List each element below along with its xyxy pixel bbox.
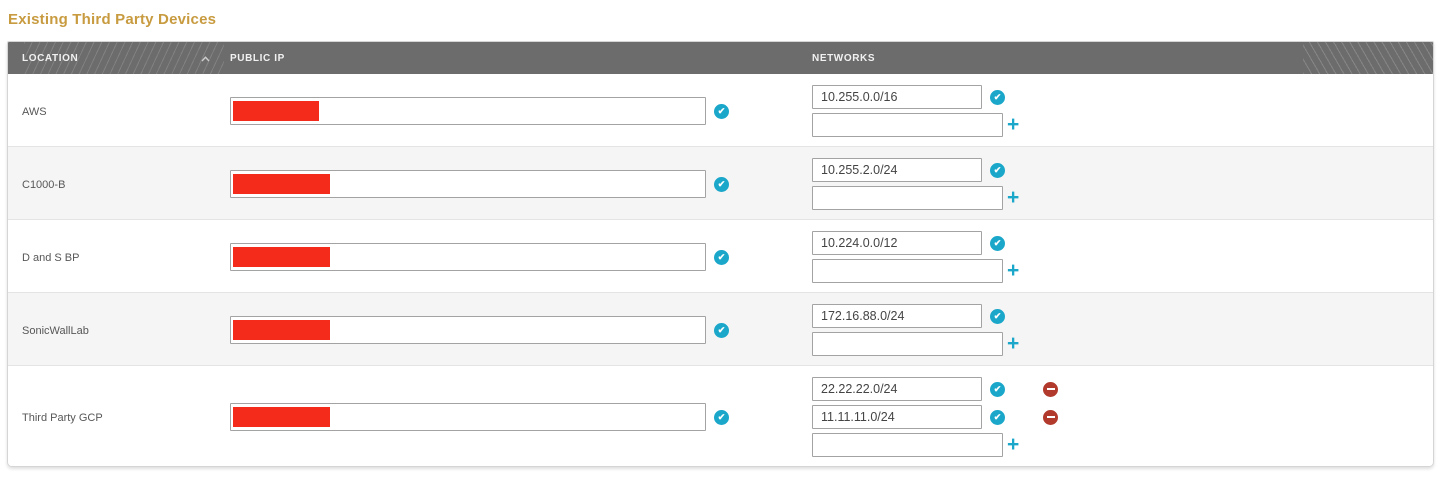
page: Existing Third Party Devices LOCATION PU… bbox=[0, 0, 1447, 477]
new-network-entry: + bbox=[812, 113, 1433, 137]
new-network-entry: + bbox=[812, 332, 1433, 356]
networks-cell: ✔ + bbox=[810, 231, 1433, 283]
public-ip-field-wrapper bbox=[230, 316, 706, 344]
new-network-input[interactable] bbox=[812, 113, 1003, 137]
public-ip-cell: ✔ bbox=[230, 170, 810, 198]
redaction-overlay bbox=[233, 407, 330, 427]
public-ip-field-wrapper bbox=[230, 403, 706, 431]
networks-cell: ✔ + bbox=[810, 85, 1433, 137]
third-party-devices-table: LOCATION PUBLIC IP NETWORKS AWS ✔ ✔ bbox=[7, 41, 1434, 467]
public-ip-cell: ✔ bbox=[230, 403, 810, 431]
public-ip-field-wrapper bbox=[230, 170, 706, 198]
add-network-button[interactable]: + bbox=[1007, 187, 1019, 208]
public-ip-field-wrapper bbox=[230, 243, 706, 271]
new-network-input[interactable] bbox=[812, 433, 1003, 457]
column-header-networks[interactable]: NETWORKS bbox=[810, 53, 1433, 64]
new-network-input[interactable] bbox=[812, 186, 1003, 210]
location-label: SonicWallLab bbox=[22, 325, 89, 337]
public-ip-cell: ✔ bbox=[230, 316, 810, 344]
networks-cell: ✔ ✔ + bbox=[810, 377, 1433, 457]
table-header: LOCATION PUBLIC IP NETWORKS bbox=[8, 42, 1433, 74]
page-title: Existing Third Party Devices bbox=[8, 11, 217, 28]
location-cell: C1000-B bbox=[8, 175, 230, 193]
minus-icon bbox=[1046, 388, 1055, 390]
table-row: AWS ✔ ✔ + bbox=[8, 74, 1433, 146]
network-entry: ✔ bbox=[812, 377, 1433, 401]
network-input[interactable] bbox=[812, 231, 982, 255]
table-row: D and S BP ✔ ✔ + bbox=[8, 219, 1433, 292]
network-entry: ✔ bbox=[812, 405, 1433, 429]
public-ip-field-wrapper bbox=[230, 97, 706, 125]
table-body: AWS ✔ ✔ + C1000-B ✔ bbox=[8, 74, 1433, 466]
location-cell: D and S BP bbox=[8, 248, 230, 266]
network-entry: ✔ bbox=[812, 85, 1433, 109]
location-label: C1000-B bbox=[22, 179, 66, 191]
networks-cell: ✔ + bbox=[810, 158, 1433, 210]
add-network-button[interactable]: + bbox=[1007, 434, 1019, 455]
public-ip-verified-check-icon: ✔ bbox=[714, 322, 729, 338]
networks-stack: ✔ + bbox=[810, 231, 1433, 283]
minus-icon bbox=[1046, 416, 1055, 418]
network-entry: ✔ bbox=[812, 304, 1433, 328]
table-row: C1000-B ✔ ✔ + bbox=[8, 146, 1433, 219]
networks-cell: ✔ + bbox=[810, 304, 1433, 356]
new-network-input[interactable] bbox=[812, 332, 1003, 356]
public-ip-verified-check-icon: ✔ bbox=[714, 249, 729, 265]
location-label: D and S BP bbox=[22, 252, 80, 264]
networks-stack: ✔ ✔ + bbox=[810, 377, 1433, 457]
column-header-networks-label: NETWORKS bbox=[812, 52, 876, 64]
location-cell: AWS bbox=[8, 102, 230, 120]
remove-network-button[interactable] bbox=[1043, 381, 1058, 397]
network-input[interactable] bbox=[812, 304, 982, 328]
column-header-location-label: LOCATION bbox=[22, 52, 79, 64]
add-network-button[interactable]: + bbox=[1007, 260, 1019, 281]
location-label: AWS bbox=[22, 106, 47, 118]
networks-stack: ✔ + bbox=[810, 304, 1433, 356]
column-header-public-ip-label: PUBLIC IP bbox=[230, 52, 285, 64]
network-verified-check-icon: ✔ bbox=[990, 162, 1005, 178]
location-cell: Third Party GCP bbox=[8, 408, 230, 426]
new-network-entry: + bbox=[812, 433, 1433, 457]
location-label: Third Party GCP bbox=[22, 412, 103, 424]
networks-stack: ✔ + bbox=[810, 85, 1433, 137]
redaction-overlay bbox=[233, 320, 330, 340]
public-ip-verified-check-icon: ✔ bbox=[714, 103, 729, 119]
new-network-entry: + bbox=[812, 186, 1433, 210]
network-verified-check-icon: ✔ bbox=[990, 89, 1005, 105]
network-verified-check-icon: ✔ bbox=[990, 308, 1005, 324]
sort-asc-icon[interactable] bbox=[201, 55, 210, 62]
add-network-button[interactable]: + bbox=[1007, 114, 1019, 135]
remove-network-button[interactable] bbox=[1043, 409, 1058, 425]
network-input[interactable] bbox=[812, 85, 982, 109]
network-entry: ✔ bbox=[812, 231, 1433, 255]
redaction-overlay bbox=[233, 101, 319, 121]
network-verified-check-icon: ✔ bbox=[990, 381, 1005, 397]
location-cell: SonicWallLab bbox=[8, 321, 230, 339]
public-ip-cell: ✔ bbox=[230, 243, 810, 271]
table-row: Third Party GCP ✔ ✔ ✔ + bbox=[8, 365, 1433, 466]
network-verified-check-icon: ✔ bbox=[990, 235, 1005, 251]
network-input[interactable] bbox=[812, 405, 982, 429]
table-row: SonicWallLab ✔ ✔ + bbox=[8, 292, 1433, 365]
public-ip-verified-check-icon: ✔ bbox=[714, 409, 729, 425]
column-header-public-ip[interactable]: PUBLIC IP bbox=[230, 53, 810, 64]
network-input[interactable] bbox=[812, 158, 982, 182]
redaction-overlay bbox=[233, 247, 330, 267]
new-network-input[interactable] bbox=[812, 259, 1003, 283]
public-ip-cell: ✔ bbox=[230, 97, 810, 125]
redaction-overlay bbox=[233, 174, 330, 194]
networks-stack: ✔ + bbox=[810, 158, 1433, 210]
network-entry: ✔ bbox=[812, 158, 1433, 182]
public-ip-verified-check-icon: ✔ bbox=[714, 176, 729, 192]
network-verified-check-icon: ✔ bbox=[990, 409, 1005, 425]
column-header-location[interactable]: LOCATION bbox=[8, 53, 230, 64]
network-input[interactable] bbox=[812, 377, 982, 401]
add-network-button[interactable]: + bbox=[1007, 333, 1019, 354]
new-network-entry: + bbox=[812, 259, 1433, 283]
